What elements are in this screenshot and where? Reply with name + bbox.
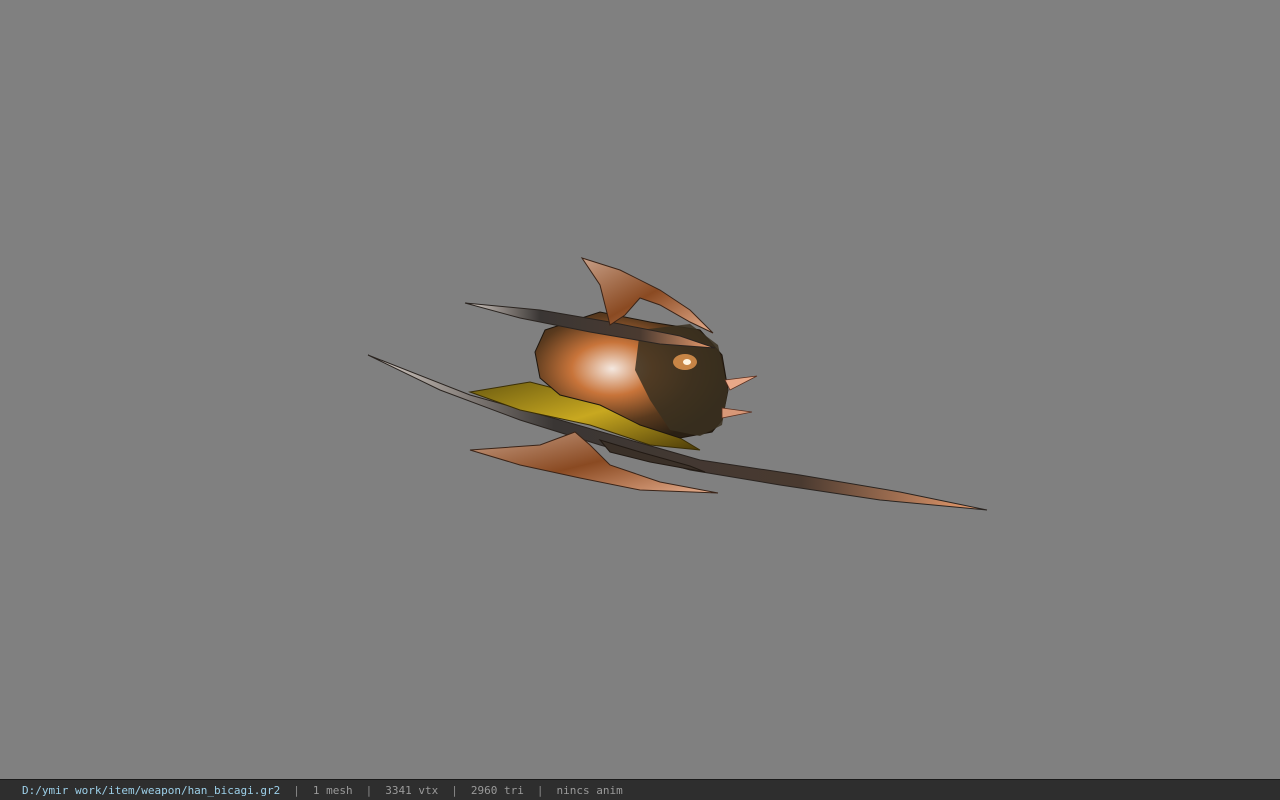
status-separator: | — [451, 783, 458, 797]
status-separator: | — [365, 783, 373, 797]
spike-lower — [721, 407, 753, 419]
weapon-model-render — [367, 257, 988, 511]
status-bar: D:/ymir work/item/weapon/han_bicagi.gr2 … — [0, 779, 1280, 800]
triangle-count: 2960 tri — [470, 783, 524, 797]
mesh-count: 1 mesh — [312, 783, 353, 797]
status-separator: | — [293, 783, 300, 797]
spike-upper — [724, 375, 758, 391]
file-path: D:/ymir work/item/weapon/han_bicagi.gr2 — [22, 783, 281, 797]
vertex-count: 3341 vtx — [385, 783, 439, 797]
3d-viewport[interactable] — [0, 0, 1280, 779]
animation-status: nincs anim — [556, 783, 623, 797]
status-separator: | — [536, 783, 544, 797]
